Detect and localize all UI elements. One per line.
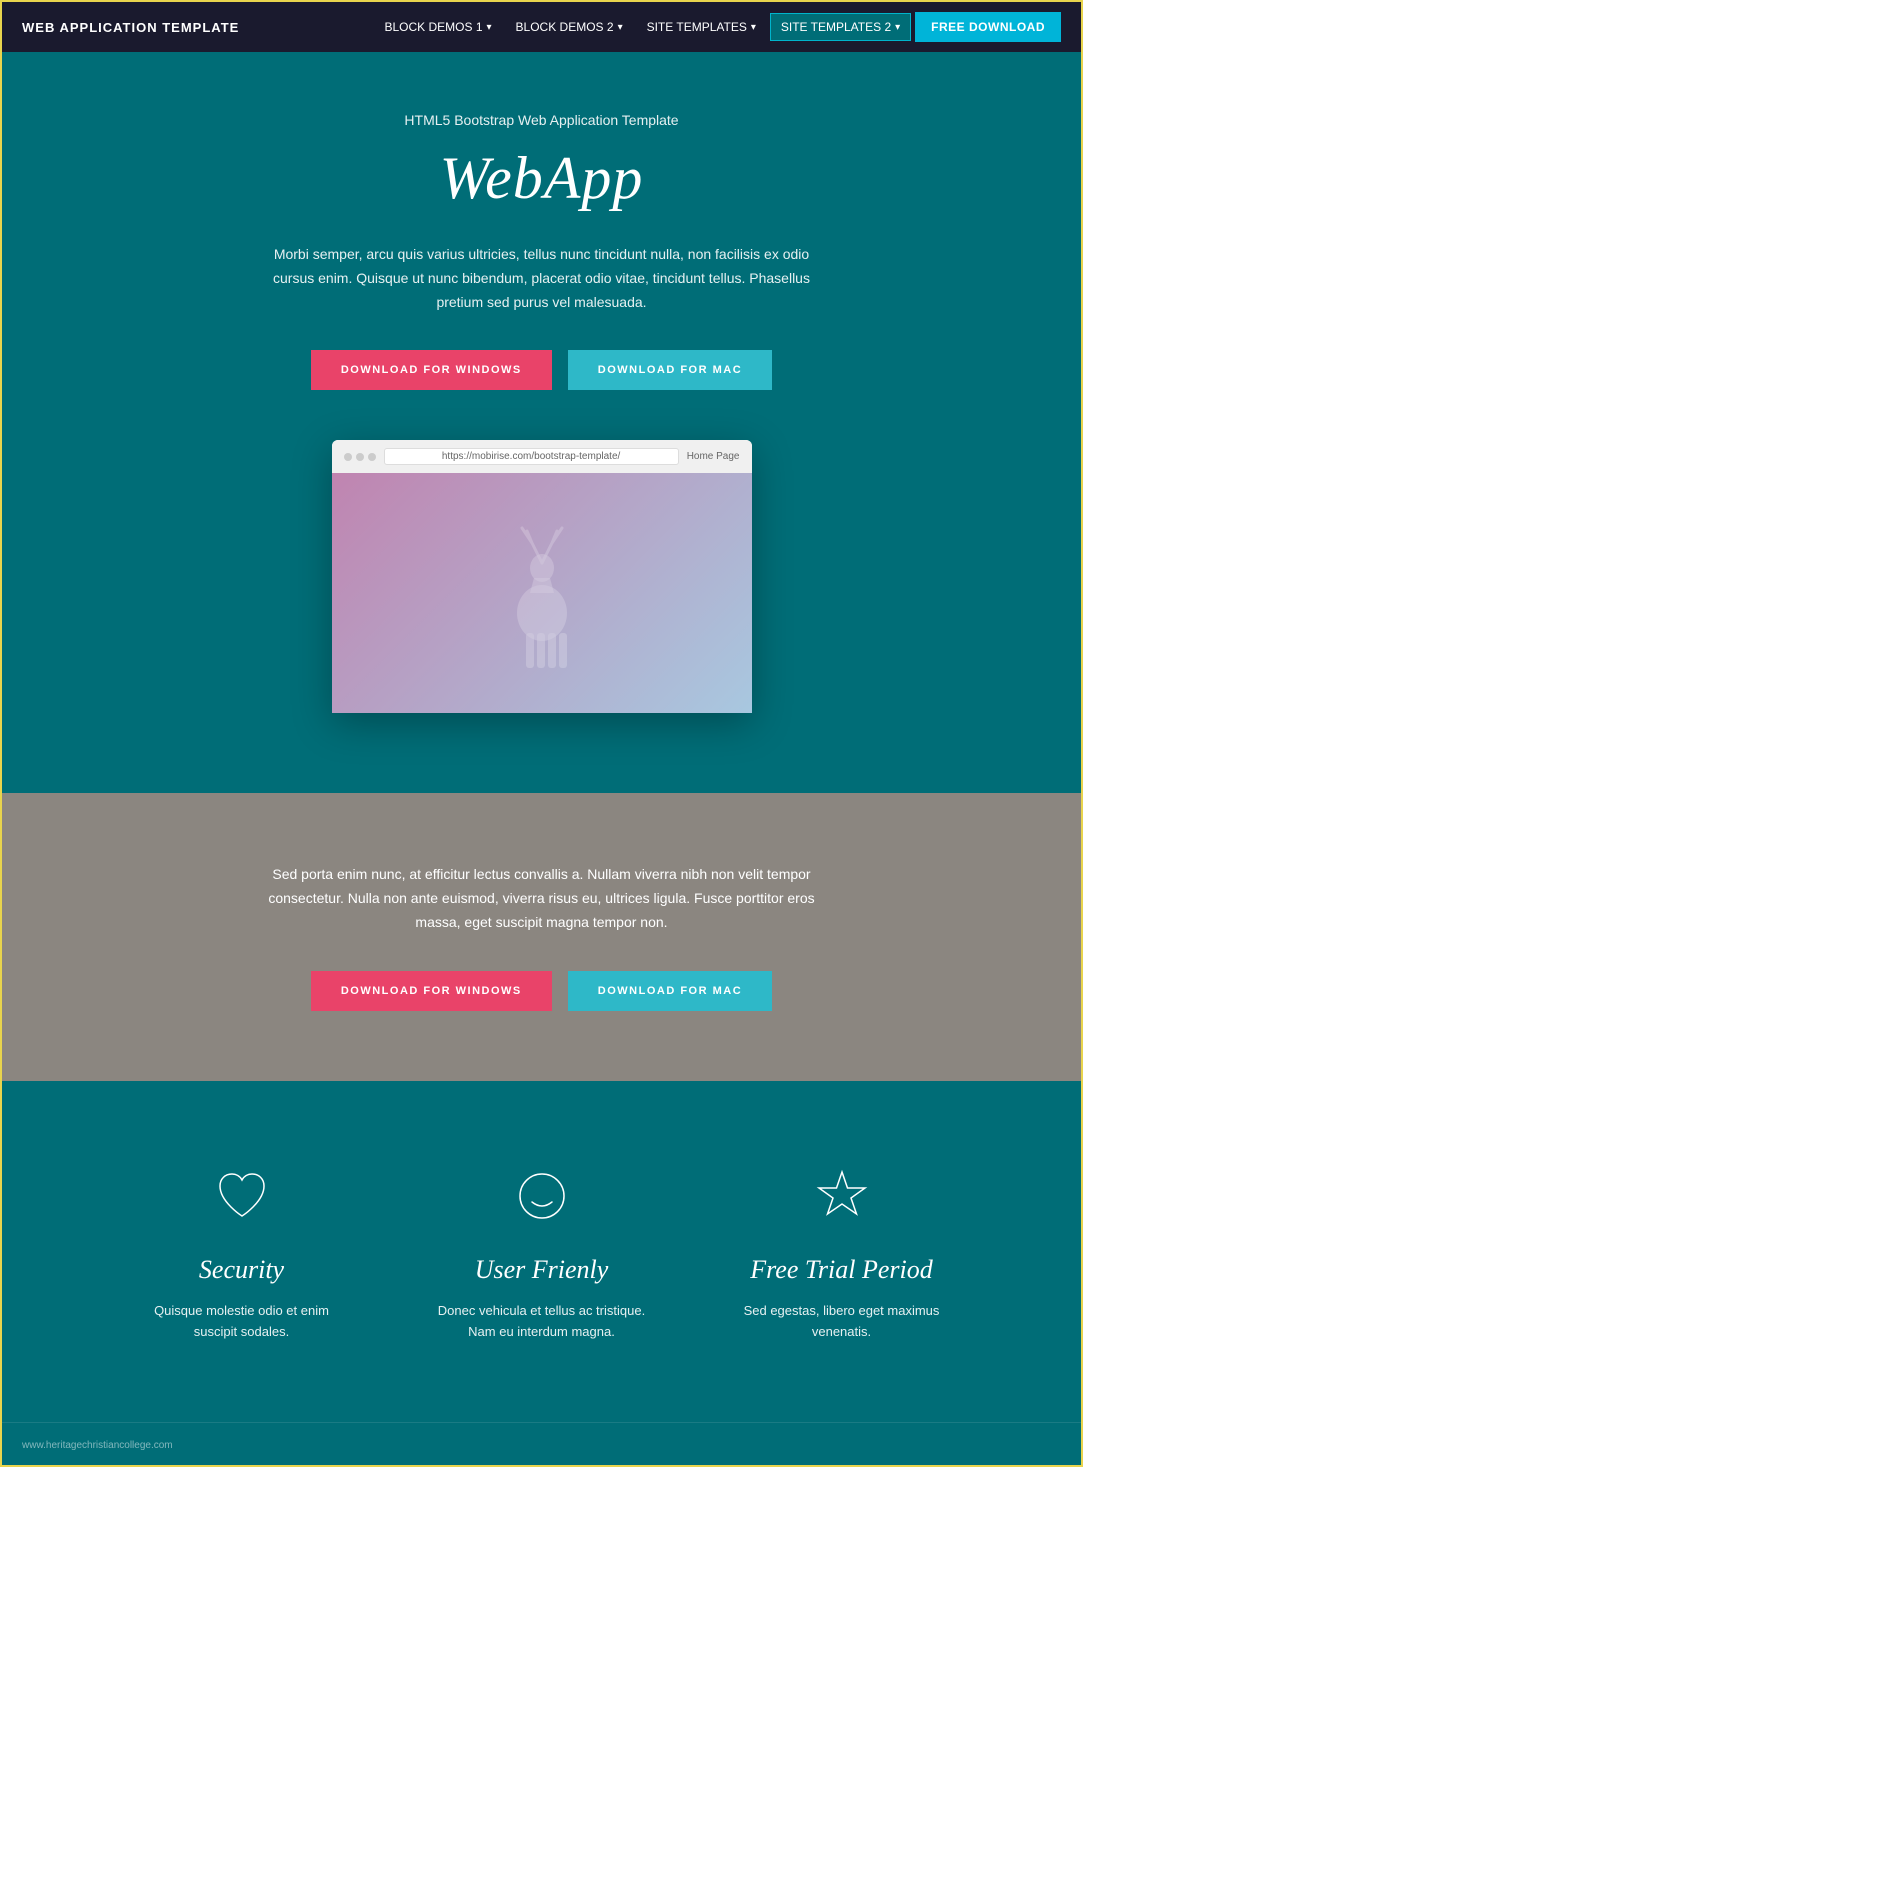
feature-user-friendly: User Frienly Donec vehicula et tellus ac… [432, 1161, 652, 1343]
feature-user-friendly-title: User Frienly [432, 1255, 652, 1285]
download-windows-button-hero[interactable]: DOWNLOAD FOR WINDOWS [311, 350, 552, 390]
footer-url: www.heritagechristiancollege.com [22, 1440, 173, 1451]
nav-links: BLOCK DEMOS 1 ▾ BLOCK DEMOS 2 ▾ SITE TEM… [374, 12, 1061, 42]
dot-yellow [356, 453, 364, 461]
nav-site-templates-2[interactable]: SITE TEMPLATES 2 ▾ [770, 13, 911, 41]
nav-brand: WEB APPLICATION TEMPLATE [22, 20, 239, 35]
download-mac-button-hero[interactable]: DOWNLOAD FOR MAC [568, 350, 772, 390]
deer-silhouette-icon [482, 513, 602, 673]
smiley-icon [507, 1161, 577, 1231]
dot-green [368, 453, 376, 461]
nav-block-demos-1[interactable]: BLOCK DEMOS 1 ▾ [374, 14, 501, 40]
feature-security: Security Quisque molestie odio et enim s… [132, 1161, 352, 1343]
nav-site-templates[interactable]: SITE TEMPLATES ▾ [637, 14, 766, 40]
browser-url-bar: https://mobirise.com/bootstrap-template/ [384, 448, 679, 465]
features-section: Security Quisque molestie odio et enim s… [2, 1081, 1081, 1423]
footer: www.heritagechristiancollege.com [2, 1422, 1081, 1465]
hero-description: Morbi semper, arcu quis varius ultricies… [267, 243, 817, 314]
chevron-down-icon: ▾ [618, 22, 623, 33]
chevron-down-icon: ▾ [487, 22, 492, 33]
feature-free-trial-desc: Sed egestas, libero eget maximus venenat… [732, 1301, 952, 1343]
heart-icon [207, 1161, 277, 1231]
browser-screen [332, 473, 752, 713]
download-mac-button-gray[interactable]: DOWNLOAD FOR MAC [568, 971, 772, 1011]
hero-buttons: DOWNLOAD FOR WINDOWS DOWNLOAD FOR MAC [22, 350, 1061, 390]
browser-mockup: https://mobirise.com/bootstrap-template/… [332, 440, 752, 713]
browser-dots [344, 453, 376, 461]
gray-description: Sed porta enim nunc, at efficitur lectus… [262, 863, 822, 934]
feature-security-desc: Quisque molestie odio et enim suscipit s… [132, 1301, 352, 1343]
feature-free-trial: Free Trial Period Sed egestas, libero eg… [732, 1161, 952, 1343]
free-download-button[interactable]: FREE DOWNLOAD [915, 12, 1061, 42]
feature-user-friendly-desc: Donec vehicula et tellus ac tristique. N… [432, 1301, 652, 1343]
navbar: WEB APPLICATION TEMPLATE BLOCK DEMOS 1 ▾… [2, 2, 1081, 52]
download-windows-button-gray[interactable]: DOWNLOAD FOR WINDOWS [311, 971, 552, 1011]
nav-block-demos-2[interactable]: BLOCK DEMOS 2 ▾ [506, 14, 633, 40]
browser-home-label: Home Page [687, 451, 740, 462]
star-icon [807, 1161, 877, 1231]
hero-section: HTML5 Bootstrap Web Application Template… [2, 52, 1081, 793]
feature-security-title: Security [132, 1255, 352, 1285]
gray-buttons: DOWNLOAD FOR WINDOWS DOWNLOAD FOR MAC [22, 971, 1061, 1011]
chevron-down-icon: ▾ [751, 22, 756, 33]
feature-free-trial-title: Free Trial Period [732, 1255, 952, 1285]
browser-bar: https://mobirise.com/bootstrap-template/… [332, 440, 752, 473]
dot-red [344, 453, 352, 461]
gray-section: Sed porta enim nunc, at efficitur lectus… [2, 793, 1081, 1080]
hero-subtitle: HTML5 Bootstrap Web Application Template [22, 112, 1061, 128]
hero-title: WebApp [22, 144, 1061, 213]
chevron-down-icon: ▾ [895, 22, 900, 33]
